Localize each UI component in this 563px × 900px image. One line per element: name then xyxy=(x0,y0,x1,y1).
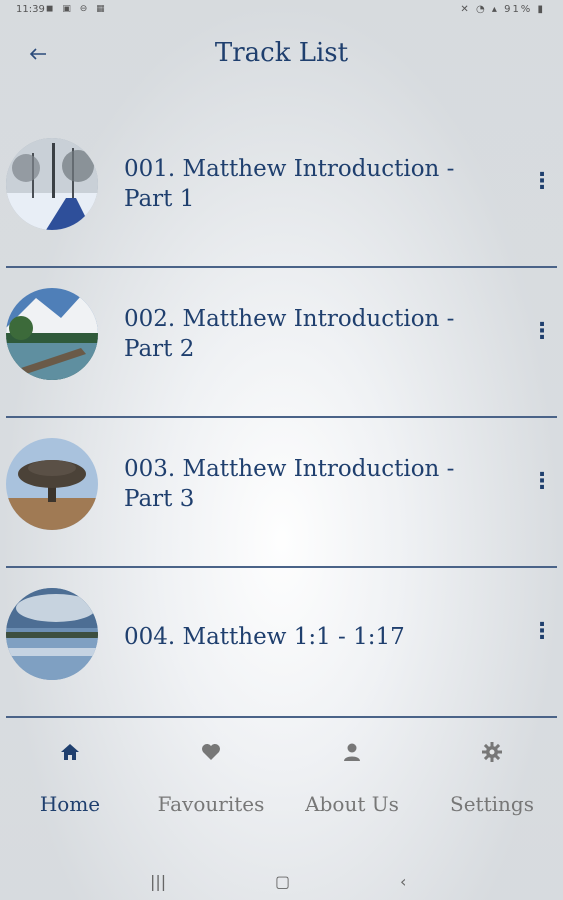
status-bar: 11:39 ◼ ▣ ⊖ ▦ ✕ ◔ ▴ 91% ▮ xyxy=(0,0,563,22)
track-item[interactable]: 002. Matthew Introduction - Part 2 ⋮ xyxy=(6,268,557,418)
track-item[interactable] xyxy=(6,718,557,724)
nav-home[interactable]: Home xyxy=(0,740,140,816)
status-time: 11:39 xyxy=(16,4,45,15)
nav-settings-label: Settings xyxy=(450,792,534,816)
track-list[interactable]: 001. Matthew Introduction - Part 1 ⋮ 002… xyxy=(6,118,557,724)
heart-icon xyxy=(202,744,220,760)
recent-apps-icon[interactable]: ||| xyxy=(150,872,166,891)
track-title: 003. Matthew Introduction - Part 3 xyxy=(124,456,455,512)
home-icon xyxy=(61,744,79,760)
system-back-icon[interactable]: ‹ xyxy=(400,872,406,891)
app-header: Track List xyxy=(0,30,563,80)
person-icon xyxy=(344,743,360,761)
system-navigation-bar: ||| ▢ ‹ xyxy=(0,866,563,900)
nav-home-label: Home xyxy=(39,792,101,816)
page-title: Track List xyxy=(214,38,349,68)
nav-about[interactable]: About Us xyxy=(282,740,422,816)
more-vert-icon[interactable]: ⋮ xyxy=(531,620,553,644)
track-title: 004. Matthew 1:1 - 1:17 xyxy=(124,624,405,650)
track-item[interactable]: 004. Matthew 1:1 - 1:17 ⋮ xyxy=(6,568,557,718)
track-thumbnail xyxy=(6,288,98,380)
home-button-icon[interactable]: ▢ xyxy=(275,872,290,891)
gear-icon xyxy=(482,742,502,762)
more-vert-icon[interactable]: ⋮ xyxy=(531,170,553,194)
track-item[interactable]: 003. Matthew Introduction - Part 3 ⋮ xyxy=(6,418,557,568)
track-item[interactable]: 001. Matthew Introduction - Part 1 ⋮ xyxy=(6,118,557,268)
track-title: 002. Matthew Introduction - Part 2 xyxy=(124,306,455,362)
track-thumbnail xyxy=(6,588,98,680)
track-thumbnail xyxy=(6,438,98,530)
more-vert-icon[interactable]: ⋮ xyxy=(531,470,553,494)
nav-favourites-label: Favourites xyxy=(157,792,265,816)
track-title: 001. Matthew Introduction - Part 1 xyxy=(124,156,455,212)
track-thumbnail xyxy=(6,138,98,230)
nav-favourites[interactable]: Favourites xyxy=(141,740,281,816)
battery-text: 91% xyxy=(504,4,533,15)
nav-settings[interactable]: Settings xyxy=(422,740,562,816)
system-icons: ✕ ◔ ▴ 91% ▮ xyxy=(460,4,545,15)
bottom-navigation: Home Favourites About Us Settings xyxy=(0,730,563,840)
notification-icons: ◼ ▣ ⊖ ▦ xyxy=(46,4,108,14)
more-vert-icon[interactable]: ⋮ xyxy=(531,320,553,344)
nav-about-label: About Us xyxy=(305,792,399,816)
